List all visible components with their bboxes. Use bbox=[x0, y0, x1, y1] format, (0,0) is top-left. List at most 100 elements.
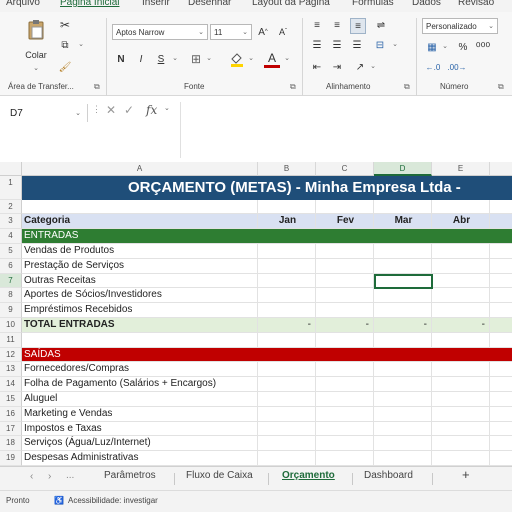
copy-icon[interactable]: ⧉ bbox=[58, 38, 72, 52]
value-cell[interactable] bbox=[258, 421, 316, 437]
menu-tab-inserir[interactable]: Inserir bbox=[142, 0, 170, 8]
total-value-cell[interactable]: - bbox=[258, 318, 316, 333]
value-cell[interactable] bbox=[490, 200, 512, 215]
row-header[interactable]: 8 bbox=[0, 288, 22, 304]
category-cell[interactable]: Vendas de Produtos bbox=[22, 244, 258, 259]
active-cell-selection[interactable] bbox=[374, 273, 433, 290]
value-cell[interactable] bbox=[432, 406, 490, 422]
name-box[interactable]: D7 ⌄ bbox=[4, 104, 88, 122]
value-cell[interactable] bbox=[432, 199, 490, 215]
category-cell[interactable]: Aluguel bbox=[22, 392, 258, 407]
value-cell[interactable] bbox=[316, 436, 374, 452]
bold-button[interactable]: N bbox=[114, 52, 128, 66]
decrease-indent-icon[interactable]: ⇤ bbox=[310, 60, 324, 74]
sheet-tab-orcamento[interactable]: Orçamento bbox=[282, 470, 335, 481]
font-name-select[interactable]: Aptos Narrow ⌄ bbox=[112, 24, 208, 40]
enter-icon[interactable]: ✓ bbox=[124, 103, 134, 117]
value-cell[interactable] bbox=[258, 451, 316, 466]
value-cell[interactable] bbox=[490, 333, 512, 348]
row-header[interactable]: 7 bbox=[0, 273, 22, 289]
fill-color-icon[interactable] bbox=[228, 50, 246, 68]
value-cell[interactable] bbox=[490, 362, 512, 378]
column-header-d[interactable]: D bbox=[374, 162, 432, 176]
header-month[interactable]: Abr bbox=[432, 214, 490, 230]
menu-tab-revisao[interactable]: Revisão bbox=[458, 0, 494, 8]
more-options-icon[interactable]: ⋮ bbox=[92, 104, 101, 115]
increase-font-icon[interactable]: A ^ bbox=[256, 24, 270, 40]
value-cell[interactable] bbox=[374, 421, 432, 437]
value-cell[interactable] bbox=[374, 377, 432, 393]
value-cell[interactable] bbox=[374, 406, 432, 422]
value-cell[interactable] bbox=[258, 377, 316, 393]
align-center-icon[interactable]: ☰ bbox=[330, 38, 344, 52]
number-format-select[interactable]: Personalizado ⌄ bbox=[422, 18, 498, 34]
fill-color-dropdown-icon[interactable]: ⌄ bbox=[246, 54, 256, 62]
value-cell[interactable] bbox=[490, 318, 512, 333]
paste-icon[interactable] bbox=[22, 20, 50, 40]
italic-button[interactable]: I bbox=[134, 52, 148, 66]
section-saidas[interactable]: SAÍDAS bbox=[22, 347, 512, 363]
number-launcher-icon[interactable]: ⧉ bbox=[498, 82, 504, 92]
column-header-b[interactable]: B bbox=[258, 162, 316, 176]
align-bottom-icon[interactable]: ≡ bbox=[350, 18, 366, 34]
value-cell[interactable] bbox=[258, 199, 316, 215]
copy-dropdown-icon[interactable]: ⌄ bbox=[76, 40, 86, 48]
sheet-tab-parametros[interactable]: Parâmetros bbox=[104, 470, 156, 481]
value-cell[interactable] bbox=[316, 377, 374, 393]
value-cell[interactable] bbox=[374, 332, 432, 348]
value-cell[interactable] bbox=[316, 451, 374, 466]
row-header[interactable]: 13 bbox=[0, 362, 22, 378]
value-cell[interactable] bbox=[432, 244, 490, 259]
formula-input[interactable] bbox=[180, 102, 512, 158]
row-header[interactable]: 14 bbox=[0, 377, 22, 393]
sheet-title[interactable]: ORÇAMENTO (METAS) - Minha Empresa Ltda - bbox=[22, 176, 512, 200]
value-cell[interactable] bbox=[374, 303, 432, 319]
value-cell[interactable] bbox=[316, 406, 374, 422]
value-cell[interactable] bbox=[374, 244, 432, 259]
row-header[interactable]: 6 bbox=[0, 258, 22, 274]
value-cell[interactable] bbox=[432, 377, 490, 393]
borders-icon[interactable]: ⊞ bbox=[188, 52, 204, 66]
category-cell[interactable]: Prestação de Serviços bbox=[22, 258, 258, 274]
value-cell[interactable] bbox=[374, 258, 432, 274]
value-cell[interactable] bbox=[490, 392, 512, 407]
value-cell[interactable] bbox=[490, 244, 512, 259]
value-cell[interactable] bbox=[490, 451, 512, 466]
clipboard-launcher-icon[interactable]: ⧉ bbox=[94, 82, 100, 92]
value-cell[interactable] bbox=[258, 362, 316, 378]
value-cell[interactable] bbox=[316, 332, 374, 348]
row-header[interactable]: 10 bbox=[0, 318, 22, 333]
value-cell[interactable] bbox=[258, 244, 316, 259]
next-sheet-icon[interactable]: › bbox=[48, 471, 51, 482]
value-cell[interactable] bbox=[432, 332, 490, 348]
value-cell[interactable] bbox=[490, 436, 512, 452]
value-cell[interactable] bbox=[490, 259, 512, 274]
row-header[interactable]: 19 bbox=[0, 451, 22, 466]
decrease-font-icon[interactable]: Aˇ bbox=[276, 24, 290, 40]
select-all-corner[interactable] bbox=[0, 162, 22, 176]
value-cell[interactable] bbox=[316, 421, 374, 437]
header-month[interactable]: Fev bbox=[316, 214, 374, 230]
underline-dropdown-icon[interactable]: ⌄ bbox=[170, 54, 180, 62]
value-cell[interactable] bbox=[258, 436, 316, 452]
value-cell[interactable] bbox=[258, 258, 316, 274]
menu-tab-desenhar[interactable]: Desenhar bbox=[188, 0, 231, 8]
add-sheet-button[interactable]: + bbox=[462, 467, 470, 482]
menu-tab-formulas[interactable]: Fórmulas bbox=[352, 0, 394, 8]
column-header-e[interactable]: E bbox=[432, 162, 490, 176]
value-cell[interactable] bbox=[316, 288, 374, 304]
header-cell[interactable] bbox=[490, 214, 512, 230]
row-header[interactable]: 16 bbox=[0, 406, 22, 422]
category-cell[interactable]: Folha de Pagamento (Salários + Encargos) bbox=[22, 377, 258, 393]
increase-decimal-icon[interactable]: ←.0 bbox=[424, 60, 442, 74]
value-cell[interactable] bbox=[432, 303, 490, 319]
menu-tab-pagina-inicial[interactable]: Página Inicial bbox=[60, 0, 119, 8]
font-launcher-icon[interactable]: ⧉ bbox=[290, 82, 296, 92]
value-cell[interactable] bbox=[374, 392, 432, 407]
row-header[interactable]: 18 bbox=[0, 436, 22, 452]
underline-button[interactable]: S bbox=[154, 52, 168, 66]
value-cell[interactable] bbox=[316, 199, 374, 215]
category-cell[interactable]: Serviços (Água/Luz/Internet) bbox=[22, 436, 258, 452]
row-header[interactable]: 12 bbox=[0, 347, 22, 363]
align-top-icon[interactable]: ≡ bbox=[310, 18, 324, 32]
